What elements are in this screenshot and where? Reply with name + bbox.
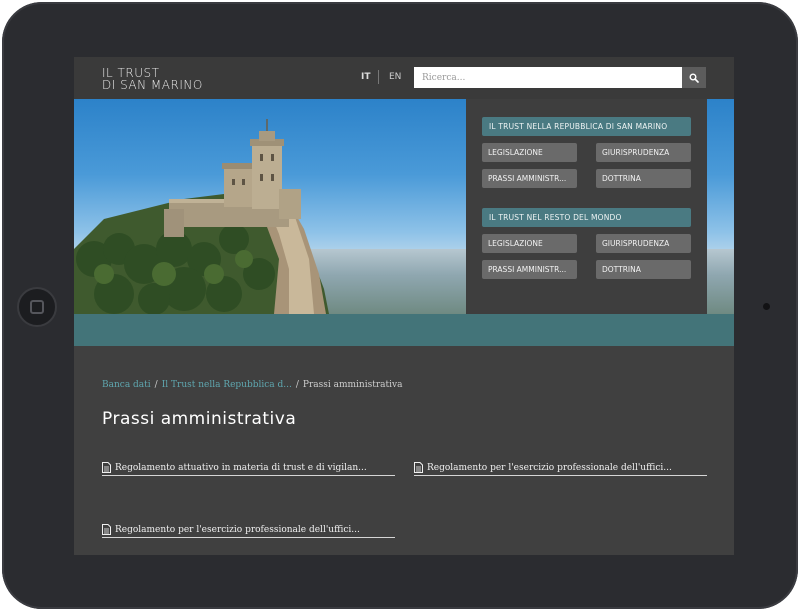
section-title-world[interactable]: IL TRUST NEL RESTO DEL MONDO xyxy=(482,208,691,227)
breadcrumb: Banca dati / Il Trust nella Repubblica d..… xyxy=(102,380,402,390)
document-link-label: Regolamento attuativo in materia di trus… xyxy=(115,462,367,473)
site-header: IL TRUST DI SAN MARINO IT EN xyxy=(74,57,734,99)
world-legislazione-button[interactable]: LEGISLAZIONE xyxy=(482,234,577,253)
castle-image xyxy=(74,119,329,314)
breadcrumb-item-banca-dati[interactable]: Banca dati xyxy=(102,380,151,390)
page-title: Prassi amministrativa xyxy=(102,409,297,429)
document-icon xyxy=(102,462,111,473)
document-link-label: Regolamento per l'esercizio professional… xyxy=(427,462,672,473)
search-input[interactable] xyxy=(414,67,682,88)
document-link-label: Regolamento per l'esercizio professional… xyxy=(115,524,360,535)
site-logo[interactable]: IL TRUST DI SAN MARINO xyxy=(102,67,203,91)
world-dottrina-button[interactable]: DOTTRINA xyxy=(596,260,691,279)
lang-it-link[interactable]: IT xyxy=(361,72,371,82)
section-title-san-marino[interactable]: IL TRUST NELLA REPUBBLICA DI SAN MARINO xyxy=(482,117,691,136)
hero-banner: IL TRUST NELLA REPUBBLICA DI SAN MARINO … xyxy=(74,99,734,314)
home-button[interactable] xyxy=(17,287,57,327)
search-icon xyxy=(689,73,699,83)
sm-prassi-button[interactable]: PRASSI AMMINISTR... xyxy=(482,169,577,188)
lang-en-link[interactable]: EN xyxy=(389,72,401,82)
screen: IL TRUST DI SAN MARINO IT EN Ricerca... … xyxy=(74,57,734,555)
document-link[interactable]: Regolamento per l'esercizio professional… xyxy=(102,522,395,538)
breadcrumb-separator: / xyxy=(154,380,158,390)
lang-divider xyxy=(378,70,379,84)
sm-legislazione-button[interactable]: LEGISLAZIONE xyxy=(482,143,577,162)
sm-dottrina-button[interactable]: DOTTRINA xyxy=(596,169,691,188)
document-link[interactable]: Regolamento per l'esercizio professional… xyxy=(414,460,707,476)
accent-band xyxy=(74,314,734,346)
document-icon xyxy=(414,462,423,473)
home-square-icon xyxy=(30,300,44,314)
document-link[interactable]: Regolamento attuativo in materia di trus… xyxy=(102,460,395,476)
breadcrumb-item-current: Prassi amministrativa xyxy=(302,380,403,390)
breadcrumb-item-trust-repubblica[interactable]: Il Trust nella Repubblica d... xyxy=(162,380,292,390)
logo-line-2: DI SAN MARINO xyxy=(102,78,203,92)
search-button[interactable] xyxy=(682,67,706,88)
document-icon xyxy=(102,524,111,535)
category-panel: IL TRUST NELLA REPUBBLICA DI SAN MARINO … xyxy=(466,99,707,314)
breadcrumb-separator: / xyxy=(295,380,299,390)
camera-icon xyxy=(763,303,770,310)
world-prassi-button[interactable]: PRASSI AMMINISTR... xyxy=(482,260,577,279)
world-giurisprudenza-button[interactable]: GIURISPRUDENZA xyxy=(596,234,691,253)
sm-giurisprudenza-button[interactable]: GIURISPRUDENZA xyxy=(596,143,691,162)
